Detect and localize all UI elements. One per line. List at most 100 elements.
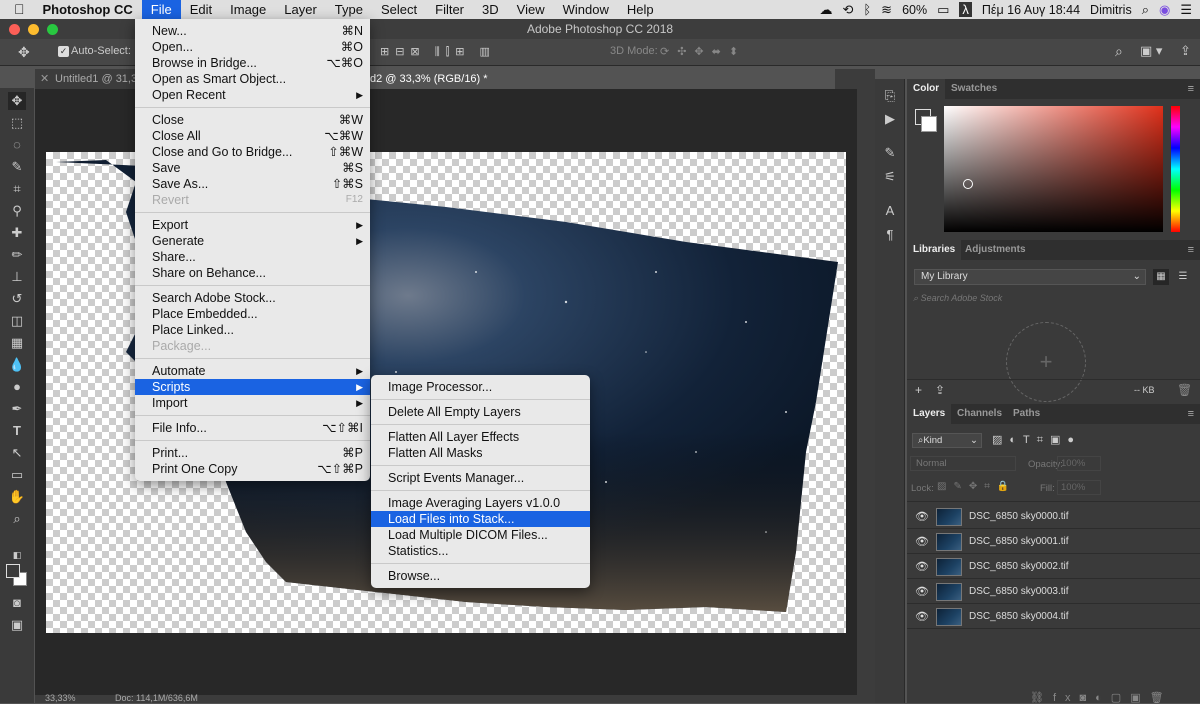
panel-menu-icon[interactable]: ≡ xyxy=(1188,244,1194,256)
marquee-tool-icon[interactable]: ⬚ xyxy=(8,114,26,132)
app-menu[interactable]: Photoshop CC xyxy=(34,0,142,19)
tab-adjustments[interactable]: Adjustments xyxy=(959,240,1032,260)
layer-row[interactable]: 👁 DSC_6850 sky0001.tif xyxy=(907,530,1200,554)
eye-visibility-icon[interactable]: 👁 xyxy=(915,560,929,573)
list-view-icon[interactable]: ☰ xyxy=(1175,269,1191,285)
actions-panel-icon[interactable]: ▶ xyxy=(882,111,898,127)
hand-tool-icon[interactable]: ✋ xyxy=(8,488,26,506)
spotlight-search-icon[interactable]: ⌕ xyxy=(1142,2,1149,18)
stock-search-input[interactable]: Search Adobe Stock xyxy=(921,293,1003,303)
kind-filter-select[interactable]: ⌕Kind ⌄ xyxy=(912,433,982,448)
file-menu-item-close-and-go-to-bridge[interactable]: Close and Go to Bridge... ⇧⌘W xyxy=(135,144,370,160)
menu-select[interactable]: Select xyxy=(372,0,426,19)
tab-untitled1[interactable]: Untitled1 @ 31,3 xyxy=(37,69,137,89)
time-machine-icon[interactable]: ⟲ xyxy=(842,2,853,18)
opacity-input[interactable]: 100% xyxy=(1057,456,1101,471)
scripts-menu-item-statistics[interactable]: Statistics... xyxy=(371,543,590,559)
zoom-level[interactable]: 33,33% xyxy=(45,693,76,703)
file-menu-item-open-as-smart-object[interactable]: Open as Smart Object... xyxy=(135,71,370,87)
scripts-menu-item-load-files-into-stack[interactable]: Load Files into Stack... xyxy=(371,511,590,527)
zoom-window-button[interactable] xyxy=(47,24,58,35)
rectangle-tool-icon[interactable]: ▭ xyxy=(8,466,26,484)
paragraph-panel-icon[interactable]: ¶ xyxy=(882,227,898,243)
search-icon[interactable]: ⌕ xyxy=(1115,43,1123,60)
scripts-menu-item-flatten-all-masks[interactable]: Flatten All Masks xyxy=(371,445,590,461)
eye-visibility-icon[interactable]: 👁 xyxy=(915,585,929,598)
scripts-menu-item-flatten-all-layer-effects[interactable]: Flatten All Layer Effects xyxy=(371,429,590,445)
type-tool-icon[interactable]: T xyxy=(8,422,26,440)
file-menu-item-share-on-behance[interactable]: Share on Behance... xyxy=(135,265,370,281)
trash-icon[interactable]: 🗑 xyxy=(1177,383,1192,397)
workspace-icon[interactable]: ▣ ▾ xyxy=(1140,43,1162,59)
color-picker-cursor[interactable] xyxy=(963,179,973,189)
file-menu-item-scripts[interactable]: Scripts ▶ xyxy=(135,379,370,395)
siri-icon[interactable]: ◉ xyxy=(1159,2,1170,18)
tab-channels[interactable]: Channels xyxy=(951,404,1008,424)
blur-tool-icon[interactable]: 💧 xyxy=(8,356,26,374)
doc-size[interactable]: Doc: 114,1M/636,6M xyxy=(115,693,198,703)
layer-row[interactable]: 👁 DSC_6850 sky0003.tif xyxy=(907,580,1200,604)
auto-select-checkbox[interactable]: ✓ xyxy=(58,46,69,57)
file-menu-item-open-recent[interactable]: Open Recent ▶ xyxy=(135,87,370,103)
align-icons[interactable]: ⊞⊟⊠ ⫼⫿⊞ ▥ xyxy=(380,45,496,59)
apple-icon[interactable]:  xyxy=(0,0,34,19)
user-name[interactable]: Dimitris xyxy=(1090,3,1132,17)
file-menu-item-print[interactable]: Print... ⌘P xyxy=(135,445,370,461)
brush-tool-icon[interactable]: ✏ xyxy=(8,246,26,264)
default-colors-icon[interactable]: ◧ xyxy=(8,546,26,564)
path-selection-tool-icon[interactable]: ↖ xyxy=(8,444,26,462)
scripts-menu-item-browse[interactable]: Browse... xyxy=(371,568,590,584)
creative-cloud-icon[interactable]: ☁ xyxy=(819,2,832,18)
scripts-menu-item-image-averaging-layers-v1-0-0[interactable]: Image Averaging Layers v1.0.0 xyxy=(371,495,590,511)
eraser-tool-icon[interactable]: ◫ xyxy=(8,312,26,330)
file-menu-item-save-as[interactable]: Save As... ⇧⌘S xyxy=(135,176,370,192)
bluetooth-icon[interactable]: ᛒ xyxy=(863,2,871,17)
foreground-color-swatch[interactable] xyxy=(6,564,20,578)
clone-stamp-tool-icon[interactable]: ⊥ xyxy=(8,268,26,286)
layer-row[interactable]: 👁 DSC_6850 sky0004.tif xyxy=(907,605,1200,629)
file-menu-item-import[interactable]: Import ▶ xyxy=(135,395,370,411)
file-menu-item-automate[interactable]: Automate ▶ xyxy=(135,363,370,379)
menu-image[interactable]: Image xyxy=(221,0,275,19)
notification-center-icon[interactable]: ☰ xyxy=(1180,2,1192,18)
layer-row[interactable]: 👁 DSC_6850 sky0002.tif xyxy=(907,555,1200,579)
layer-row[interactable]: 👁 DSC_6850 sky0000.tif xyxy=(907,505,1200,529)
file-menu-item-close-all[interactable]: Close All ⌥⌘W xyxy=(135,128,370,144)
panel-menu-icon[interactable]: ≡ xyxy=(1188,83,1194,95)
crop-tool-icon[interactable]: ⌗ xyxy=(8,180,26,198)
share-icon[interactable]: ⇪ xyxy=(1180,43,1191,59)
menu-3d[interactable]: 3D xyxy=(473,0,508,19)
file-menu-item-search-adobe-stock[interactable]: Search Adobe Stock... xyxy=(135,290,370,306)
blend-mode-select[interactable]: Normal xyxy=(910,456,1016,471)
menu-file[interactable]: File xyxy=(141,0,181,19)
pen-tool-icon[interactable]: ✒ xyxy=(8,400,26,418)
file-menu-item-file-info[interactable]: File Info... ⌥⇧⌘I xyxy=(135,420,370,436)
library-select[interactable]: My Library ⌄ xyxy=(914,269,1146,285)
wifi-icon[interactable]: ≋ xyxy=(881,2,892,18)
tab-layers[interactable]: Layers xyxy=(907,404,952,424)
history-brush-tool-icon[interactable]: ↺ xyxy=(8,290,26,308)
tab-swatches[interactable]: Swatches xyxy=(945,79,1003,99)
eye-visibility-icon[interactable]: 👁 xyxy=(915,610,929,623)
layers-footer-icons[interactable]: ⛓fx◙◐▢▣🗑 xyxy=(1030,691,1173,704)
menu-type[interactable]: Type xyxy=(326,0,372,19)
eyedropper-tool-icon[interactable]: ⚲ xyxy=(8,202,26,220)
file-menu-item-print-one-copy[interactable]: Print One Copy ⌥⇧⌘P xyxy=(135,461,370,477)
tab-color[interactable]: Color xyxy=(907,79,946,99)
zoom-tool-icon[interactable]: ⌕ xyxy=(8,510,26,528)
grid-view-icon[interactable]: ▦ xyxy=(1153,269,1169,285)
scripts-menu-item-script-events-manager[interactable]: Script Events Manager... xyxy=(371,470,590,486)
scripts-menu-item-load-multiple-dicom-files[interactable]: Load Multiple DICOM Files... xyxy=(371,527,590,543)
hue-slider[interactable] xyxy=(1171,106,1180,232)
file-menu-item-save[interactable]: Save ⌘S xyxy=(135,160,370,176)
file-menu-item-place-embedded[interactable]: Place Embedded... xyxy=(135,306,370,322)
lambda-icon[interactable]: λ xyxy=(959,2,972,17)
fill-input[interactable]: 100% xyxy=(1057,480,1101,495)
menu-layer[interactable]: Layer xyxy=(275,0,326,19)
3d-mode-icons[interactable]: ⟳✣✥⬌⬍ xyxy=(660,45,746,58)
move-tool-icon[interactable]: ✥ xyxy=(8,92,26,110)
quick-select-tool-icon[interactable]: ✎ xyxy=(8,158,26,176)
character-panel-icon[interactable]: A xyxy=(882,203,898,219)
color-picker-field[interactable] xyxy=(944,106,1163,232)
battery-icon[interactable]: ▭ xyxy=(937,2,949,18)
